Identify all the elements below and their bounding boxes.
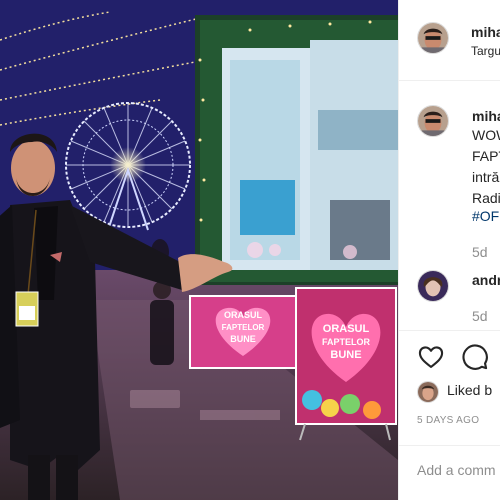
post-sidebar: miha Targu miha WOW FAPT intră Radi #OF …: [398, 0, 500, 500]
comment-username[interactable]: andr: [472, 272, 500, 288]
caption-username[interactable]: miha: [472, 108, 500, 124]
post-date[interactable]: 5 DAYS AGO: [417, 415, 479, 426]
caption-time[interactable]: 5d: [472, 244, 488, 260]
add-comment-input[interactable]: [417, 462, 500, 478]
avatar-image: [418, 271, 448, 301]
post-username[interactable]: miha: [471, 24, 500, 40]
caption-hashtag[interactable]: #OF: [472, 207, 499, 225]
caption-line: FAPT: [472, 148, 500, 164]
sign-text: BUNE: [330, 349, 361, 361]
avatar[interactable]: [417, 22, 449, 54]
comment-avatar[interactable]: [417, 270, 449, 302]
photo-scene: ORASUL FAPTELOR BUNE ORASUL FAPTELOR BUN…: [0, 0, 398, 500]
sign-left: ORASUL FAPTELOR BUNE: [189, 295, 297, 369]
caption-line: intră: [472, 169, 500, 185]
post-header: miha Targu: [399, 0, 500, 81]
post-photo[interactable]: ORASUL FAPTELOR BUNE ORASUL FAPTELOR BUN…: [0, 0, 398, 500]
sign-right: ORASUL FAPTELOR BUNE: [295, 287, 397, 441]
avatar-image: [418, 106, 448, 136]
liker-avatar[interactable]: [417, 381, 439, 403]
caption-line: WOW: [472, 127, 500, 143]
avatar-image: [418, 382, 438, 402]
add-comment-bar: [399, 445, 500, 500]
likes-text[interactable]: Liked b: [447, 382, 492, 398]
comment-icon[interactable]: [461, 343, 489, 371]
caption-line: Radi: [472, 190, 500, 206]
caption-avatar[interactable]: [417, 105, 449, 137]
heart-icon[interactable]: [417, 343, 445, 371]
sign-text: ORASUL: [224, 310, 263, 320]
sign-text: ORASUL: [323, 323, 370, 335]
post-location[interactable]: Targu: [471, 44, 500, 58]
likes-prefix: Liked b: [447, 382, 493, 398]
avatar-image: [418, 23, 448, 53]
sign-text: FAPTELOR: [322, 337, 371, 347]
sign-text: BUNE: [230, 334, 256, 344]
comment-time[interactable]: 5d: [472, 308, 488, 324]
sign-text: FAPTELOR: [222, 323, 265, 332]
